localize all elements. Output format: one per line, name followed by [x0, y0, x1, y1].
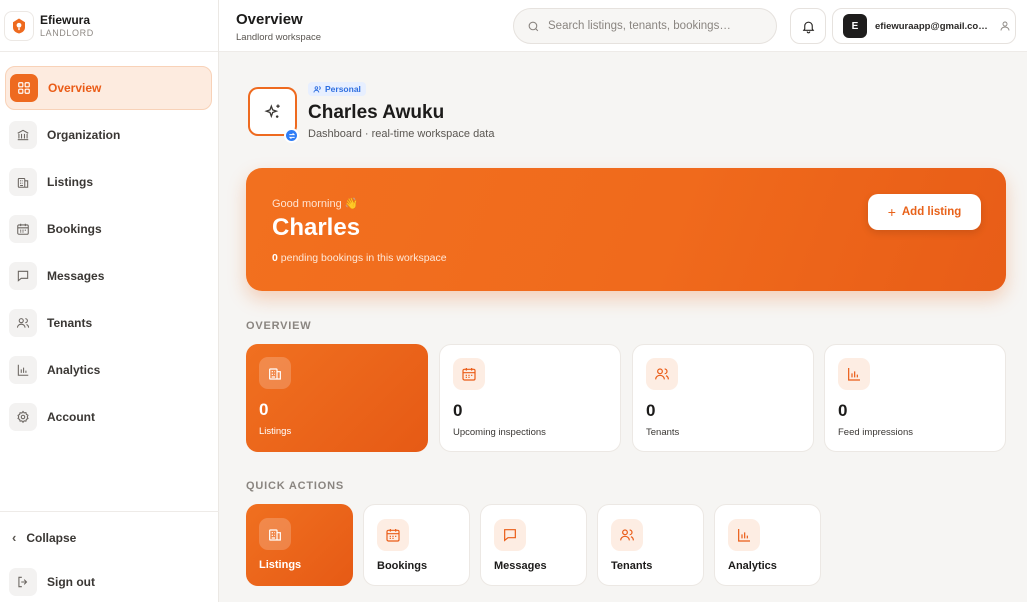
building-icon	[259, 518, 291, 550]
stat-value: 0	[646, 401, 656, 420]
gear-icon	[9, 403, 37, 431]
message-icon	[9, 262, 37, 290]
stat-label: Feed impressions	[838, 427, 913, 438]
quick-action-label: Tenants	[611, 560, 653, 572]
sidebar-item-label: Listings	[47, 175, 94, 189]
quick-action-label: Analytics	[728, 560, 777, 572]
sidebar-item-tenants[interactable]: Tenants	[5, 301, 212, 345]
search-icon	[527, 20, 540, 33]
bar-chart-icon	[728, 519, 760, 551]
calendar-icon	[453, 358, 485, 390]
sidebar-item-bookings[interactable]: Bookings	[5, 207, 212, 251]
sidebar-item-label: Account	[47, 410, 95, 424]
search-input[interactable]: Search listings, tenants, bookings…	[513, 8, 777, 44]
calendar-icon	[377, 519, 409, 551]
brand: Efiewura LANDLORD	[0, 0, 218, 52]
collapse-label: Collapse	[26, 530, 77, 545]
quick-action-messages[interactable]: Messages	[480, 504, 587, 586]
sidebar-item-organization[interactable]: Organization	[5, 113, 212, 157]
account-menu-button[interactable]: E efiewuraapp@gmail.co…	[832, 8, 1016, 44]
stat-label: Upcoming inspections	[453, 427, 546, 438]
quick-action-analytics[interactable]: Analytics	[714, 504, 821, 586]
stat-card-feed-impressions[interactable]: 0 Feed impressions	[824, 344, 1006, 452]
calendar-icon	[9, 215, 37, 243]
page-title: Overview	[236, 11, 303, 28]
quick-action-bookings[interactable]: Bookings	[363, 504, 470, 586]
sidebar-item-analytics[interactable]: Analytics	[5, 348, 212, 392]
users-icon	[611, 519, 643, 551]
users-icon	[313, 85, 322, 94]
workspace-type-badge: Personal	[308, 82, 366, 96]
quick-action-listings[interactable]: Listings	[246, 504, 353, 586]
message-icon	[494, 519, 526, 551]
pending-label: pending bookings in this workspace	[277, 252, 447, 264]
bell-icon	[801, 19, 816, 34]
stat-label: Listings	[259, 426, 292, 437]
page-subtitle: Landlord workspace	[236, 32, 322, 43]
greeting-name: Charles	[272, 214, 361, 241]
grid-icon	[10, 74, 38, 102]
stat-label: Tenants	[646, 427, 680, 438]
stat-card-upcoming-inspections[interactable]: 0 Upcoming inspections	[439, 344, 621, 452]
stat-value: 0	[453, 401, 463, 420]
bar-chart-icon	[838, 358, 870, 390]
collapse-button[interactable]: ‹ Collapse	[12, 530, 76, 545]
quick-action-label: Messages	[494, 560, 547, 572]
top-header: Overview Landlord workspace Search listi…	[219, 0, 1027, 52]
sidebar-item-label: Overview	[48, 81, 102, 95]
plus-icon: +	[887, 204, 896, 220]
add-listing-label: Add listing	[901, 206, 962, 218]
sidebar-item-label: Bookings	[47, 222, 102, 236]
building-icon	[9, 168, 37, 196]
sidebar: Efiewura LANDLORD Overview Organization …	[0, 0, 219, 602]
switch-workspace-icon[interactable]	[284, 128, 299, 143]
sidebar-item-label: Tenants	[47, 316, 93, 330]
sidebar-item-account[interactable]: Account	[5, 395, 212, 439]
sidebar-item-messages[interactable]: Messages	[5, 254, 212, 298]
stat-value: 0	[838, 401, 848, 420]
sidebar-item-listings[interactable]: Listings	[5, 160, 212, 204]
main-content: Personal Charles Awuku Dashboard · real-…	[219, 52, 1027, 602]
brand-logo-icon	[4, 10, 34, 41]
greeting-banner: Good morning 👋 Charles 0 pending booking…	[246, 168, 1006, 291]
quick-action-label: Listings	[259, 559, 302, 571]
users-icon	[9, 309, 37, 337]
stat-card-listings[interactable]: 0 Listings	[246, 344, 428, 452]
sidebar-item-overview[interactable]: Overview	[5, 66, 212, 110]
sparkles-icon	[263, 102, 283, 122]
sign-out-icon	[9, 568, 37, 596]
sidebar-footer: ‹ Collapse Sign out	[0, 511, 219, 596]
sidebar-item-label: Messages	[47, 269, 105, 283]
users-icon	[646, 358, 678, 390]
user-icon	[999, 20, 1011, 32]
stat-value: 0	[259, 400, 269, 419]
bar-chart-icon	[9, 356, 37, 384]
pending-bookings-text: 0 pending bookings in this workspace	[272, 252, 447, 264]
workspace-type-label: Personal	[325, 84, 361, 94]
stat-card-tenants[interactable]: 0 Tenants	[632, 344, 814, 452]
sign-out-button[interactable]: Sign out	[9, 568, 95, 596]
sidebar-item-label: Analytics	[47, 363, 101, 377]
overview-section-label: OVERVIEW	[246, 320, 312, 332]
building-icon	[259, 357, 291, 389]
avatar: E	[843, 14, 867, 38]
bank-icon	[9, 121, 37, 149]
quick-actions-section-label: QUICK ACTIONS	[246, 480, 344, 492]
account-email: efiewuraapp@gmail.co…	[875, 20, 988, 32]
quick-action-tenants[interactable]: Tenants	[597, 504, 704, 586]
notifications-button[interactable]	[790, 8, 826, 44]
sidebar-item-label: Organization	[47, 128, 121, 142]
chevron-left-icon: ‹	[12, 530, 17, 545]
search-placeholder: Search listings, tenants, bookings…	[548, 20, 731, 32]
brand-name: Efiewura	[40, 12, 91, 27]
sign-out-label: Sign out	[47, 575, 95, 589]
add-listing-button[interactable]: + Add listing	[868, 194, 981, 230]
quick-action-label: Bookings	[377, 560, 428, 572]
workspace-name: Charles Awuku	[308, 102, 445, 123]
brand-role: LANDLORD	[40, 27, 94, 38]
workspace-description: Dashboard · real-time workspace data	[308, 128, 495, 140]
greeting-text: Good morning 👋	[272, 198, 359, 210]
